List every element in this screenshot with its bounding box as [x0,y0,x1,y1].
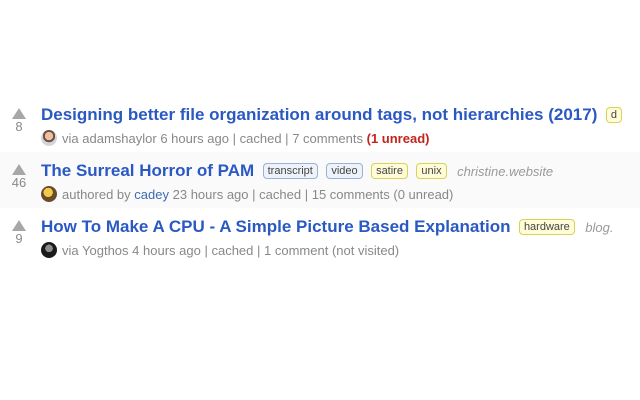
upvote-arrow-icon[interactable] [12,164,26,175]
byline-prefix: authored by [62,187,131,202]
timestamp: 4 hours ago [132,243,201,258]
byline-prefix: via [62,243,79,258]
story-item: 9 How To Make A CPU - A Simple Picture B… [0,208,640,264]
upvote-arrow-icon[interactable] [12,220,26,231]
story-domain[interactable]: christine.website [457,164,553,179]
cached-link[interactable]: cached [211,243,253,258]
tag-hardware[interactable]: hardware [518,219,575,235]
comments-link[interactable]: 7 comments [292,131,363,146]
cached-link[interactable]: cached [240,131,282,146]
voters: 46 [6,164,32,190]
avatar-icon[interactable] [41,242,57,258]
story-item: 46 The Surreal Horror of PAM transcript … [0,152,640,208]
avatar-icon[interactable] [41,130,57,146]
link-line: Designing better file organization aroun… [41,104,640,126]
avatar-icon[interactable] [41,186,57,202]
link-line: The Surreal Horror of PAM transcript vid… [41,160,640,182]
story-title[interactable]: Designing better file organization aroun… [41,105,597,124]
link-line: How To Make A CPU - A Simple Picture Bas… [41,216,640,238]
story-title[interactable]: How To Make A CPU - A Simple Picture Bas… [41,217,510,236]
username-link[interactable]: cadey [134,187,169,202]
separator: | [252,187,256,202]
username-link[interactable]: Yogthos [82,243,129,258]
tag-video[interactable]: video [326,163,363,179]
tag[interactable]: d [605,107,622,123]
comments-link[interactable]: 1 comment (not visited) [264,243,399,258]
byline-prefix: via [62,131,79,146]
byline: via adamshaylor 6 hours ago | cached | 7… [41,130,640,148]
voters: 8 [6,108,32,134]
byline: authored by cadey 23 hours ago | cached … [41,186,640,204]
score: 8 [15,119,23,134]
separator: | [285,131,289,146]
unread-count[interactable]: (1 unread) [367,131,430,146]
story-details: How To Make A CPU - A Simple Picture Bas… [41,216,640,260]
username-link[interactable]: adamshaylor [82,131,156,146]
upvote-arrow-icon[interactable] [12,108,26,119]
tag-unix[interactable]: unix [416,163,447,179]
story-details: Designing better file organization aroun… [41,104,640,148]
story-title[interactable]: The Surreal Horror of PAM [41,161,254,180]
separator: | [257,243,261,258]
cached-link[interactable]: cached [259,187,301,202]
score: 46 [11,175,27,190]
separator: | [304,187,309,202]
story-domain[interactable]: blog. [585,220,613,235]
tag-transcript[interactable]: transcript [262,163,318,179]
separator: | [204,243,208,258]
story-item: 8 Designing better file organization aro… [0,96,640,152]
comments-link[interactable]: 15 comments (0 unread) [312,187,454,202]
byline: via Yogthos 4 hours ago | cached | 1 com… [41,242,640,260]
timestamp: 23 hours ago [172,187,249,202]
score: 9 [15,231,23,246]
story-details: The Surreal Horror of PAM transcript vid… [41,160,640,204]
story-list: 8 Designing better file organization aro… [0,96,640,264]
voters: 9 [6,220,32,246]
timestamp: 6 hours ago [160,131,229,146]
tag-satire[interactable]: satire [371,163,408,179]
separator: | [232,131,236,146]
